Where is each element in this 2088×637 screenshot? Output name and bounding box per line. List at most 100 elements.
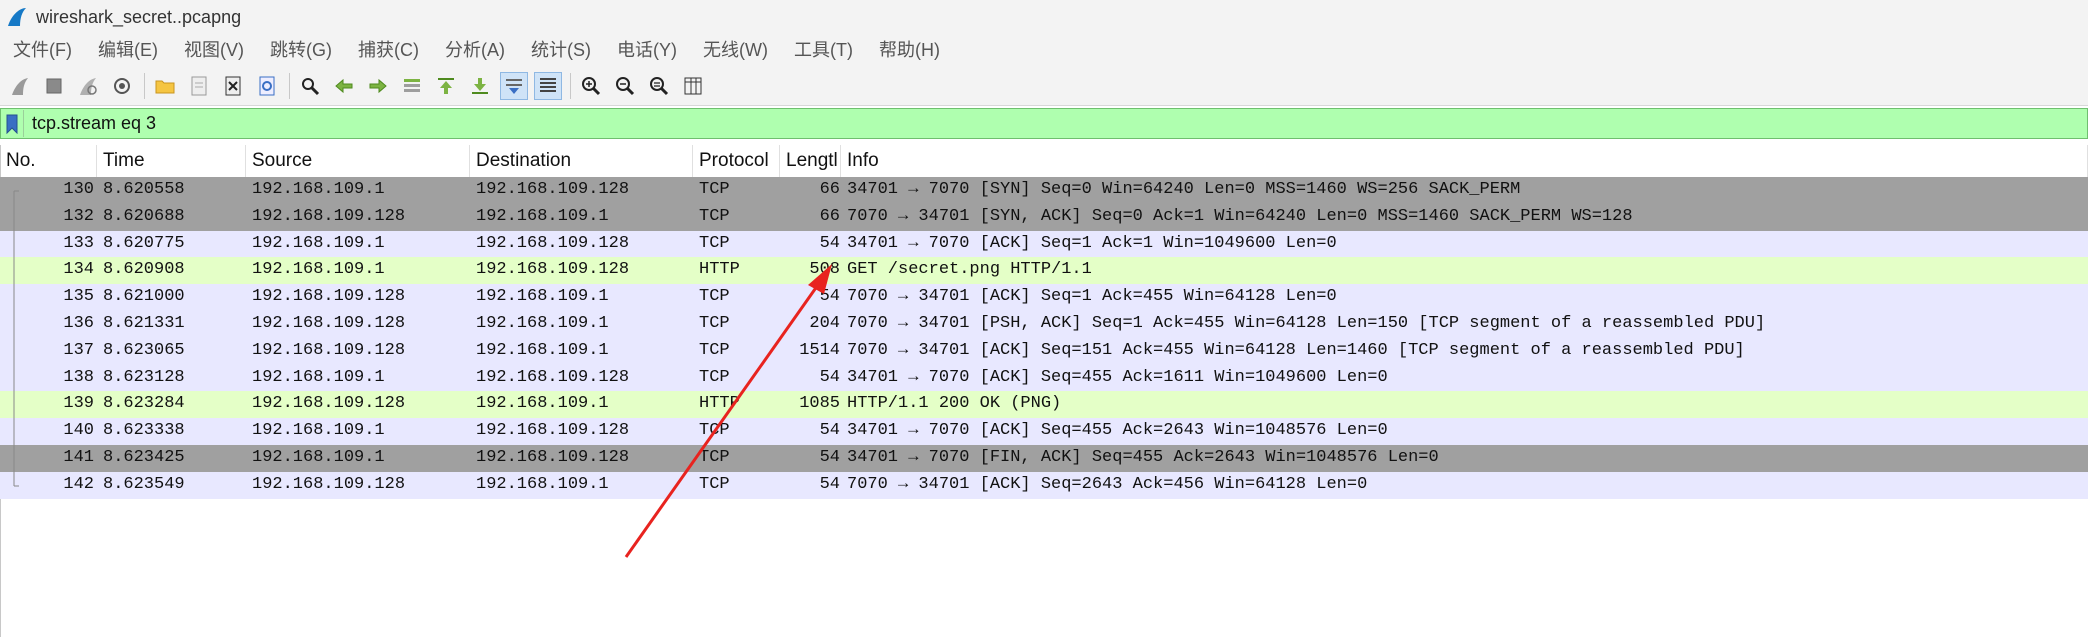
cell-src: 192.168.109.1 bbox=[252, 367, 385, 387]
cell-proto: TCP bbox=[699, 233, 730, 253]
cell-no: 132 bbox=[63, 206, 94, 226]
menu-item[interactable]: 文件(F) bbox=[0, 34, 85, 66]
cell-time: 8.621331 bbox=[103, 313, 185, 333]
menu-item[interactable]: 跳转(G) bbox=[257, 34, 345, 66]
menu-item[interactable]: 分析(A) bbox=[432, 34, 518, 66]
cell-src: 192.168.109.128 bbox=[252, 287, 406, 307]
cell-info: 34701 → 7070 [ACK] Seq=455 Ack=1611 Win=… bbox=[847, 367, 1388, 387]
toolbar-separator bbox=[570, 72, 571, 99]
packet-row[interactable]: 141 8.623425 192.168.109.1 192.168.109.128 T… bbox=[0, 444, 2088, 472]
filter-bookmark-icon[interactable] bbox=[1, 110, 24, 137]
cell-dst: 192.168.109.1 bbox=[476, 394, 609, 414]
cell-proto: TCP bbox=[699, 421, 730, 441]
cell-proto: TCP bbox=[699, 287, 730, 307]
cell-len: 54 bbox=[819, 287, 840, 307]
cell-proto: TCP bbox=[699, 180, 730, 199]
packet-row[interactable]: 140 8.623338 192.168.109.1 192.168.109.128 T… bbox=[0, 418, 2088, 445]
auto-scroll-icon[interactable] bbox=[500, 71, 528, 100]
packet-row[interactable]: 130 8.620558 192.168.109.1 192.168.109.128 T… bbox=[0, 177, 2088, 204]
cell-len: 1085 bbox=[799, 394, 840, 414]
capture-options-gear-icon[interactable] bbox=[108, 72, 136, 100]
title-bar: wireshark_secret..pcapng bbox=[0, 0, 2088, 34]
colorize-icon[interactable] bbox=[534, 71, 562, 100]
packet-row[interactable]: 132 8.620688 192.168.109.128 192.168.109.1 T… bbox=[0, 203, 2088, 231]
cell-dst: 192.168.109.128 bbox=[476, 260, 630, 280]
cell-time: 8.620775 bbox=[103, 233, 185, 253]
first-packet-icon[interactable] bbox=[432, 72, 460, 100]
menu-item[interactable]: 无线(W) bbox=[690, 34, 781, 66]
cell-info: 7070 → 34701 [ACK] Seq=2643 Ack=456 Win=… bbox=[847, 474, 1368, 494]
cell-dst: 192.168.109.1 bbox=[476, 340, 609, 360]
menu-item[interactable]: 帮助(H) bbox=[866, 34, 953, 66]
cell-time: 8.620558 bbox=[103, 180, 185, 199]
packet-row[interactable]: 137 8.623065 192.168.109.128 192.168.109.1 T… bbox=[0, 337, 2088, 365]
column-no-header[interactable]: No. bbox=[0, 145, 97, 177]
menu-item[interactable]: 视图(V) bbox=[171, 34, 257, 66]
display-filter-input[interactable]: tcp.stream eq 3 bbox=[32, 113, 156, 134]
cell-no: 130 bbox=[63, 180, 94, 199]
shark-fin-start-icon[interactable] bbox=[6, 72, 34, 100]
cell-len: 204 bbox=[809, 313, 840, 333]
cell-no: 134 bbox=[63, 260, 94, 280]
last-packet-icon[interactable] bbox=[466, 72, 494, 100]
open-folder-icon[interactable] bbox=[151, 72, 179, 100]
cell-info: GET /secret.png HTTP/1.1 bbox=[847, 260, 1092, 280]
cell-time: 8.620688 bbox=[103, 206, 185, 226]
menu-item[interactable]: 统计(S) bbox=[518, 34, 604, 66]
cell-proto: TCP bbox=[699, 340, 730, 360]
column-source-header[interactable]: Source bbox=[246, 145, 470, 177]
cell-len: 508 bbox=[809, 260, 840, 280]
go-to-packet-icon[interactable] bbox=[398, 72, 426, 100]
window-title: wireshark_secret..pcapng bbox=[36, 6, 242, 27]
packet-row[interactable]: 139 8.623284 192.168.109.128 192.168.109.1 H… bbox=[0, 391, 2088, 419]
go-back-arrow-icon[interactable] bbox=[330, 72, 358, 100]
column-destination-header[interactable]: Destination bbox=[470, 145, 693, 177]
packet-row[interactable]: 142 8.623549 192.168.109.128 192.168.109.1 T… bbox=[0, 471, 2088, 499]
packet-row[interactable]: 135 8.621000 192.168.109.128 192.168.109.1 T… bbox=[0, 284, 2088, 311]
cell-proto: TCP bbox=[699, 367, 730, 387]
resize-columns-icon[interactable] bbox=[679, 72, 707, 100]
cell-dst: 192.168.109.128 bbox=[476, 233, 630, 253]
display-filter-bar[interactable]: tcp.stream eq 3 bbox=[0, 108, 2088, 139]
cell-time: 8.623284 bbox=[103, 394, 185, 414]
column-time-header[interactable]: Time bbox=[97, 145, 246, 177]
menu-item[interactable]: 工具(T) bbox=[781, 34, 866, 66]
stop-square-icon[interactable] bbox=[40, 72, 68, 100]
cell-time: 8.620908 bbox=[103, 260, 185, 280]
packet-list-header: No. Time Source Destination Protocol Lengtl In… bbox=[0, 145, 2088, 178]
cell-info: 34701 → 7070 [ACK] Seq=455 Ack=2643 Win=… bbox=[847, 421, 1388, 441]
column-protocol-header[interactable]: Protocol bbox=[693, 145, 780, 177]
restart-fin-icon[interactable] bbox=[74, 72, 102, 100]
packet-row[interactable]: 136 8.621331 192.168.109.128 192.168.109.1 T… bbox=[0, 310, 2088, 338]
menu-item[interactable]: 电话(Y) bbox=[604, 34, 690, 66]
cell-dst: 192.168.109.128 bbox=[476, 180, 630, 199]
zoom-in-icon[interactable] bbox=[577, 72, 605, 100]
cell-len: 66 bbox=[819, 180, 840, 199]
cell-info: 7070 → 34701 [ACK] Seq=1 Ack=455 Win=641… bbox=[847, 287, 1337, 307]
cell-dst: 192.168.109.128 bbox=[476, 421, 630, 441]
zoom-normal-icon[interactable] bbox=[645, 72, 673, 100]
cell-no: 139 bbox=[63, 394, 94, 414]
cell-info: 34701 → 7070 [ACK] Seq=1 Ack=1 Win=10496… bbox=[847, 233, 1337, 253]
cell-src: 192.168.109.1 bbox=[252, 447, 385, 467]
cell-no: 135 bbox=[63, 287, 94, 307]
zoom-out-icon[interactable] bbox=[611, 72, 639, 100]
packet-row[interactable]: 133 8.620775 192.168.109.1 192.168.109.128 T… bbox=[0, 230, 2088, 258]
cell-proto: TCP bbox=[699, 474, 730, 494]
packet-row[interactable]: 134 8.620908 192.168.109.1 192.168.109.128 H… bbox=[0, 257, 2088, 285]
reload-icon[interactable] bbox=[253, 72, 281, 100]
cell-no: 136 bbox=[63, 313, 94, 333]
packet-row[interactable]: 138 8.623128 192.168.109.1 192.168.109.128 T… bbox=[0, 364, 2088, 392]
column-length-header[interactable]: Lengtl bbox=[780, 145, 841, 177]
cell-dst: 192.168.109.1 bbox=[476, 287, 609, 307]
column-info-header[interactable]: Info bbox=[841, 145, 2088, 177]
menu-item[interactable]: 捕获(C) bbox=[345, 34, 432, 66]
go-forward-arrow-icon[interactable] bbox=[364, 72, 392, 100]
cell-info: 7070 → 34701 [SYN, ACK] Seq=0 Ack=1 Win=… bbox=[847, 206, 1633, 226]
find-magnifier-icon[interactable] bbox=[296, 72, 324, 100]
cell-len: 54 bbox=[819, 233, 840, 253]
menu-item[interactable]: 编辑(E) bbox=[85, 34, 171, 66]
close-file-icon[interactable] bbox=[219, 72, 247, 100]
save-file-icon[interactable] bbox=[185, 72, 213, 100]
cell-src: 192.168.109.128 bbox=[252, 394, 406, 414]
